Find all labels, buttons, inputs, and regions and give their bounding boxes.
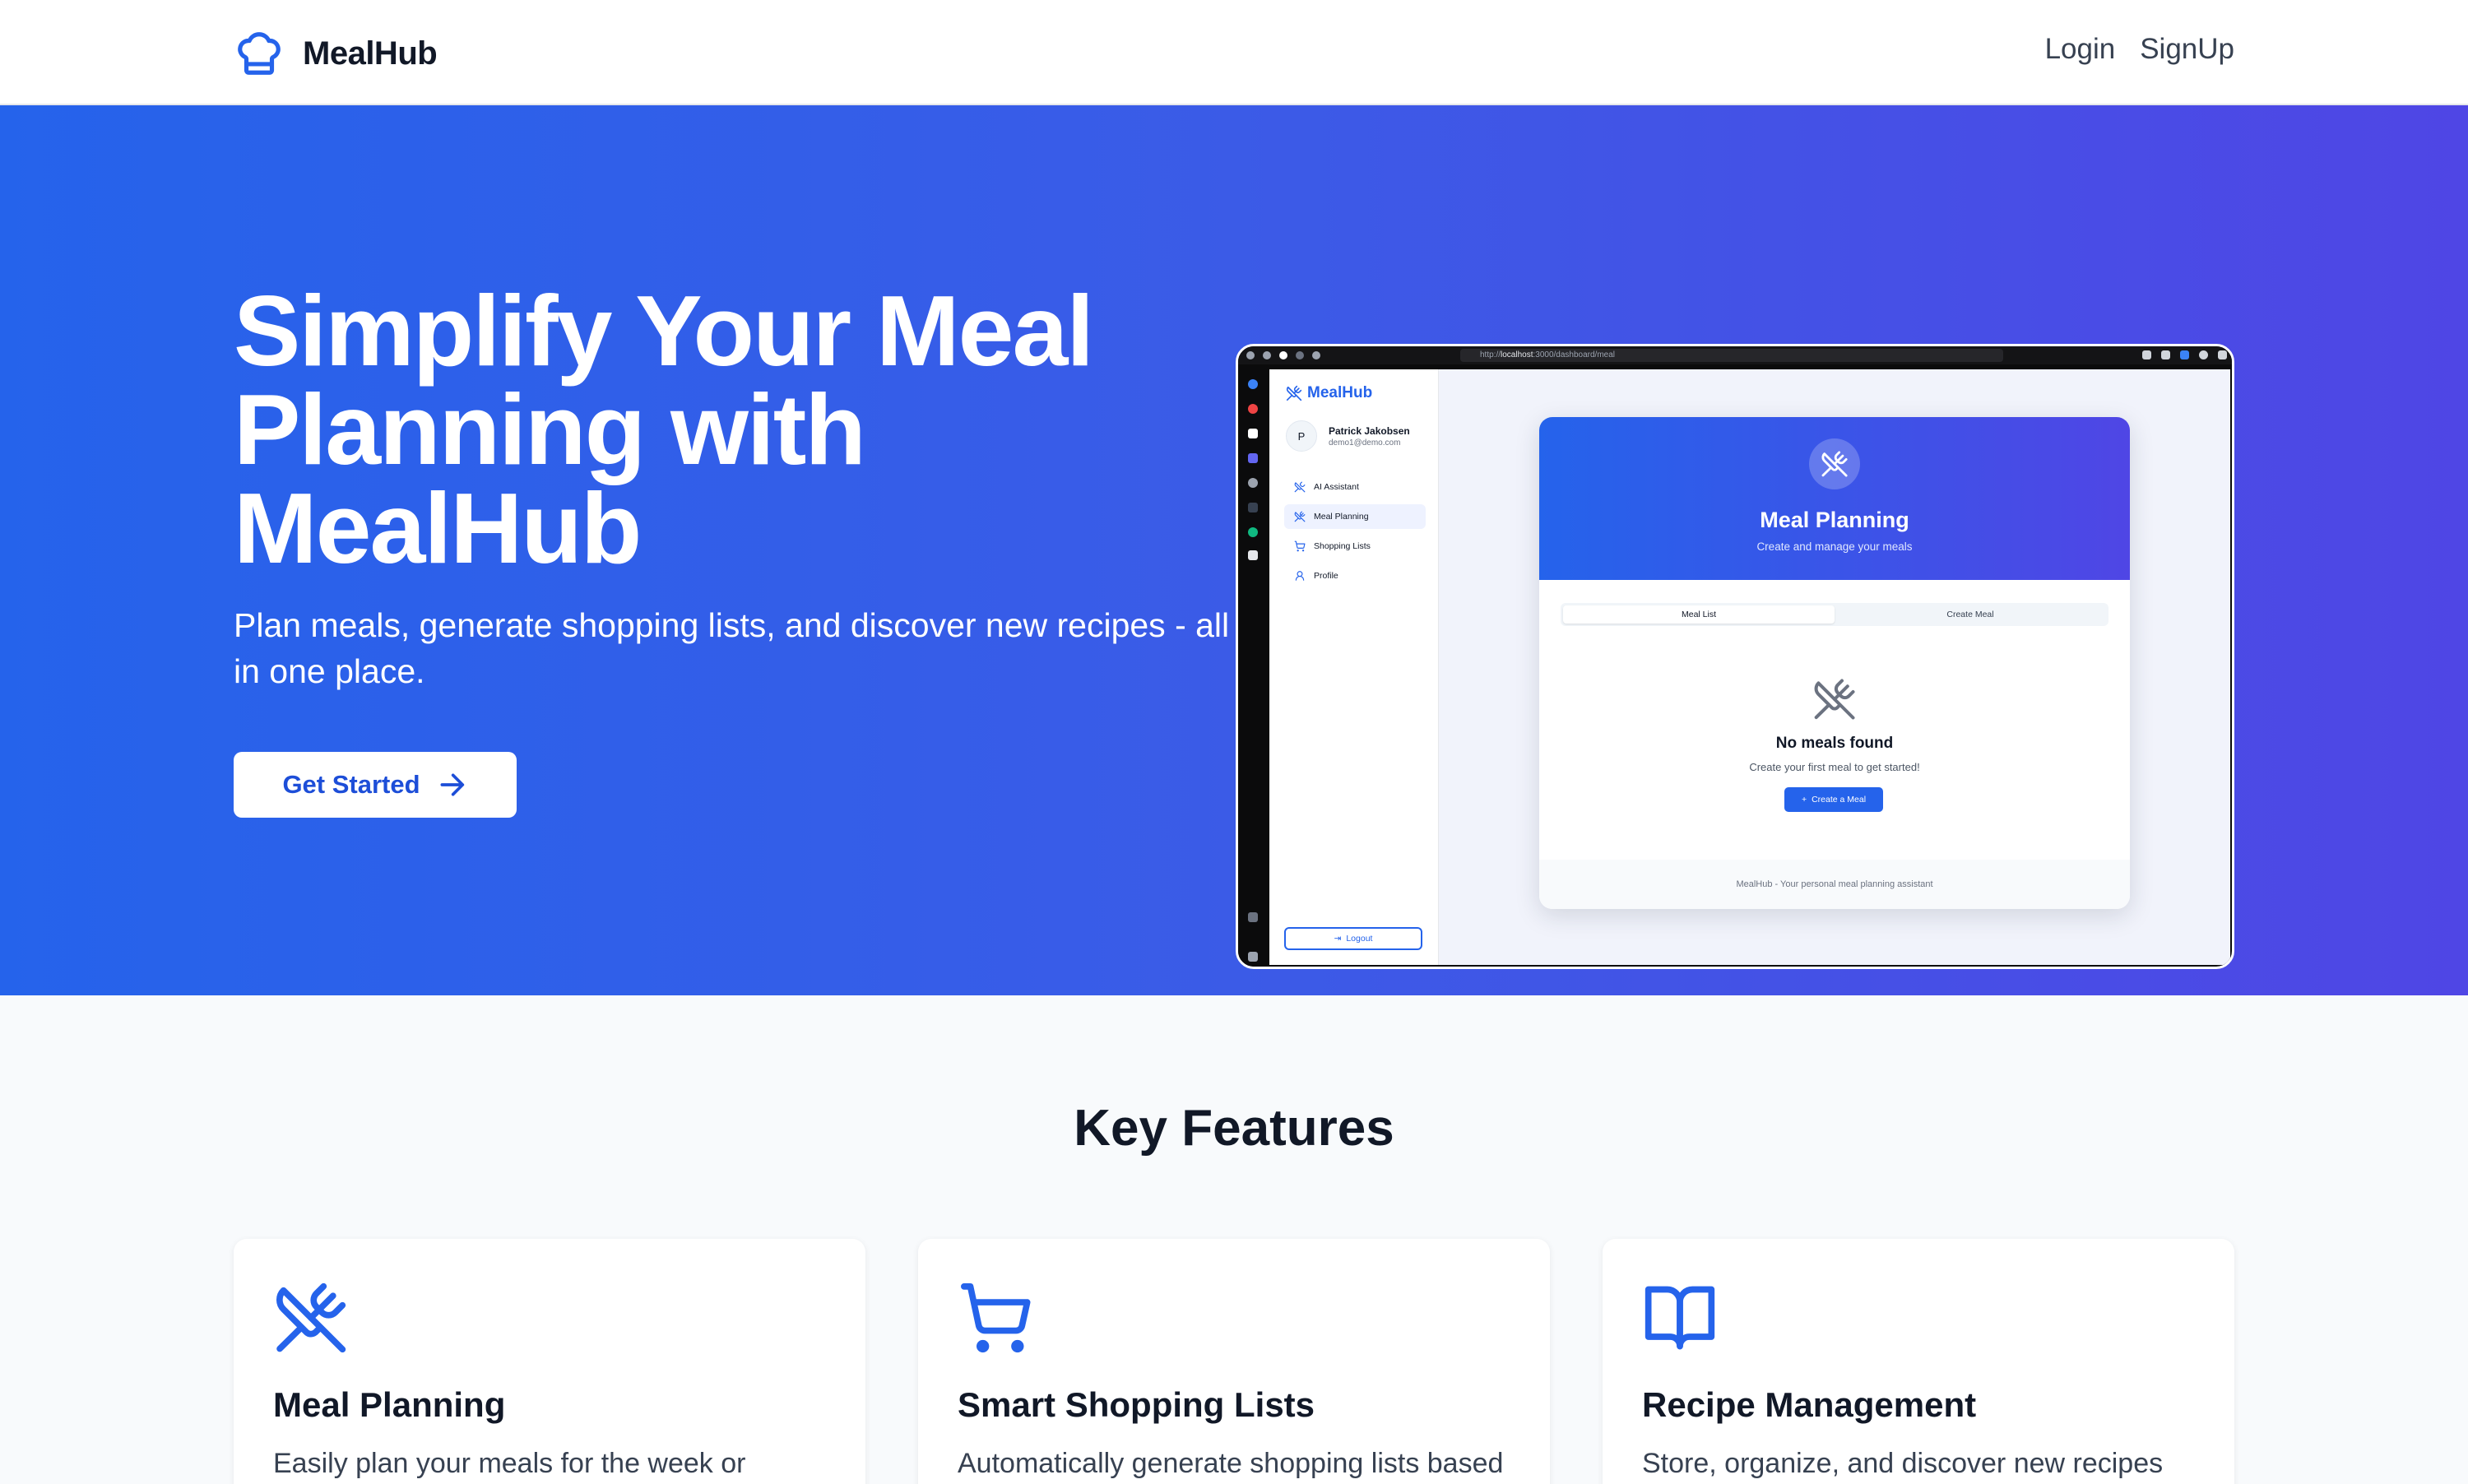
tab-meal-list[interactable]: Meal List (1563, 605, 1835, 624)
user-email: demo1@demo.com (1329, 438, 1401, 448)
feature-title: Recipe Management (1642, 1385, 1977, 1424)
utensils-crossed-icon (1814, 679, 1855, 720)
brand-logo-link[interactable]: MealHub (234, 28, 438, 79)
get-started-label: Get Started (282, 770, 420, 799)
hero-section: Simplify Your Meal Planning with MealHub… (0, 105, 2468, 995)
sidebar-item-profile[interactable]: Profile (1284, 563, 1426, 588)
mock-browser-toolbar: http://localhost:3000/dashboard/meal (1238, 346, 2232, 364)
avatar: P (1286, 420, 1317, 452)
signup-link[interactable]: SignUp (2140, 33, 2234, 66)
sidebar-app-icon (1248, 550, 1258, 560)
extension-icon (2180, 350, 2189, 359)
utensils-crossed-icon (276, 1282, 346, 1353)
browser-forward-icon (1296, 351, 1304, 359)
browser-settings-icon (1246, 351, 1255, 359)
sidebar-app-icon (1248, 404, 1258, 414)
utensils-crossed-icon (1286, 385, 1302, 401)
mock-browser-sidebar (1238, 364, 1268, 967)
hero-subtitle: Plan meals, generate shopping lists, and… (234, 606, 1230, 690)
plus-icon: + (1801, 795, 1807, 805)
mock-app-window: MealHub P Patrick Jakobsen demo1@demo.co… (1269, 369, 2230, 965)
browser-tabs-icon (1263, 351, 1271, 359)
top-navbar: MealHub Login SignUp (0, 0, 2468, 105)
arrow-right-icon (440, 773, 464, 796)
sidebar-item-ai-assistant[interactable]: AI Assistant (1284, 475, 1426, 499)
create-meal-label: Create a Meal (1812, 795, 1867, 805)
chef-hat-icon (238, 32, 281, 75)
user-icon (1295, 571, 1305, 581)
sidebar-app-icon (1248, 379, 1258, 389)
app-screenshot: http://localhost:3000/dashboard/meal Mea… (1236, 344, 2234, 969)
nav-links: Login SignUp (2045, 33, 2234, 66)
user-name: Patrick Jakobsen (1329, 424, 1410, 437)
meal-planning-card: Meal Planning Create and manage your mea… (1539, 417, 2130, 909)
sidebar-item-label: AI Assistant (1314, 482, 1359, 492)
card-title: Meal Planning (1760, 508, 1909, 532)
feature-description: Easily plan your meals for the week or (273, 1448, 746, 1479)
card-footer-text: MealHub - Your personal meal planning as… (1736, 879, 1933, 889)
feature-title: Meal Planning (273, 1385, 506, 1424)
sidebar-app-icon (1248, 429, 1258, 438)
tab-list: Meal List Create Meal (1561, 603, 2108, 626)
sidebar-app-icon (1248, 478, 1258, 488)
profile-icon (2199, 350, 2208, 359)
hero-title: Simplify Your Meal Planning with MealHub (234, 275, 1094, 584)
tab-create-meal[interactable]: Create Meal (1835, 605, 2106, 624)
more-icon (2218, 350, 2227, 359)
sidebar-add-icon (1248, 952, 1258, 962)
browser-reload-icon (1312, 351, 1320, 359)
sidebar-item-shopping-lists[interactable]: Shopping Lists (1284, 534, 1426, 559)
get-started-button[interactable]: Get Started (234, 752, 517, 818)
feature-card-shopping-lists: Smart Shopping Lists Automatically gener… (918, 1239, 1550, 1484)
feature-card-meal-planning: Meal Planning Easily plan your meals for… (234, 1239, 865, 1484)
feature-title: Smart Shopping Lists (958, 1385, 1315, 1424)
sidebar-app-icon (1248, 527, 1258, 537)
empty-state-subtitle: Create your first meal to get started! (1749, 761, 1920, 773)
logout-label: Logout (1346, 934, 1373, 944)
sidebar-app-icon (1248, 453, 1258, 463)
browser-back-icon (1279, 351, 1287, 359)
cart-icon (1294, 540, 1306, 552)
logout-icon: ⇥ (1334, 934, 1342, 944)
logout-button[interactable]: ⇥ Logout (1284, 927, 1422, 950)
create-meal-button[interactable]: + Create a Meal (1784, 787, 1883, 812)
utensils-icon (1294, 511, 1306, 522)
mock-app-brand: MealHub (1286, 384, 1372, 402)
sidebar-item-meal-planning[interactable]: Meal Planning (1284, 504, 1426, 529)
card-header: Meal Planning Create and manage your mea… (1539, 417, 2130, 580)
sidebar-item-label: Profile (1314, 571, 1338, 581)
brand-name: MealHub (303, 35, 438, 72)
mock-url-host: localhost (1501, 350, 1533, 359)
header-icon-badge (1809, 438, 1860, 489)
sidebar-item-label: Shopping Lists (1314, 541, 1371, 551)
sidebar-app-icon (1248, 503, 1258, 512)
star-icon (2161, 350, 2170, 359)
login-link[interactable]: Login (2045, 33, 2116, 66)
feature-card-recipe-management: Recipe Management Store, organize, and d… (1603, 1239, 2234, 1484)
shield-icon (2142, 350, 2151, 359)
mock-brand-name: MealHub (1307, 384, 1373, 401)
mock-url-bar: http://localhost:3000/dashboard/meal (1460, 349, 2003, 362)
sidebar-item-label: Meal Planning (1314, 512, 1369, 522)
sidebar-panel-icon (1248, 912, 1258, 922)
empty-state-title: No meals found (1775, 735, 1894, 752)
mock-url-prefix: http:// (1480, 350, 1501, 359)
card-subtitle: Create and manage your meals (1756, 540, 1913, 553)
utensils-crossed-icon (1821, 451, 1848, 477)
mock-url-path: :3000/dashboard/meal (1533, 350, 1616, 359)
card-footer: MealHub - Your personal meal planning as… (1539, 860, 2130, 909)
sparkles-icon (1294, 481, 1306, 493)
cart-icon (961, 1283, 1031, 1353)
mock-sidebar-nav: AI Assistant Meal Planning Shopping List… (1284, 475, 1426, 593)
feature-description: Store, organize, and discover new recipe… (1642, 1448, 2164, 1479)
mock-user-profile: P Patrick Jakobsen demo1@demo.com (1286, 420, 1410, 452)
feature-description: Automatically generate shopping lists ba… (958, 1448, 1504, 1479)
book-open-icon (1645, 1286, 1715, 1350)
mock-app-sidebar: MealHub P Patrick Jakobsen demo1@demo.co… (1269, 369, 1439, 965)
features-title: Key Features (1074, 1100, 1394, 1157)
